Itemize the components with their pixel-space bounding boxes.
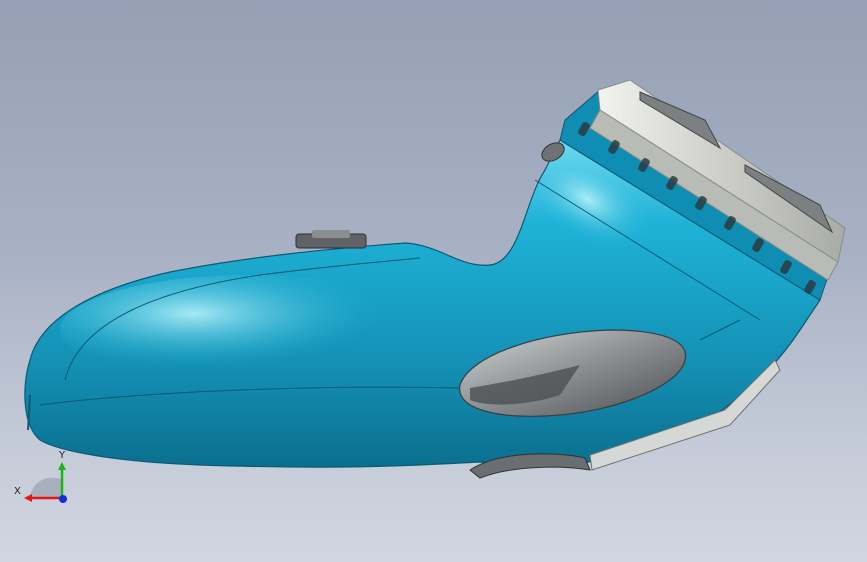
y-axis-label: Y (58, 450, 66, 461)
shaver-model[interactable] (0, 0, 867, 562)
coordinate-triad: X Y (14, 450, 67, 503)
x-axis-label: X (14, 486, 21, 497)
graphics-viewport[interactable]: X Y (0, 0, 867, 562)
z-axis-dot (59, 495, 67, 503)
power-button-icon (295, 230, 367, 249)
